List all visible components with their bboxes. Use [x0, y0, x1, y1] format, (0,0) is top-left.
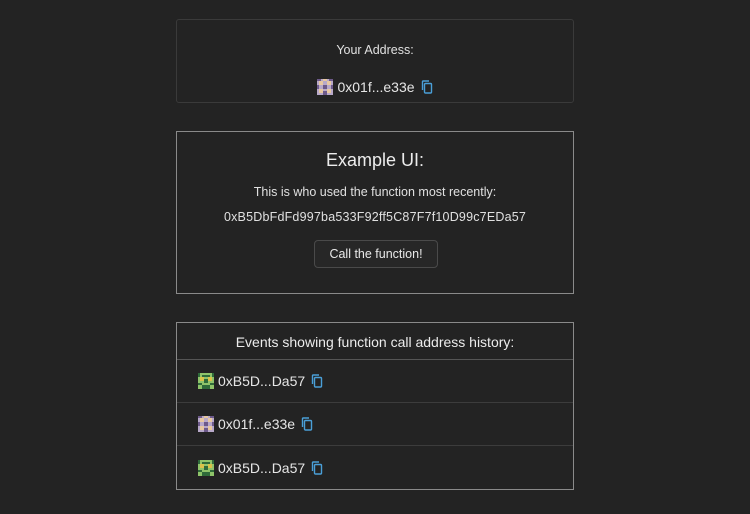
blockie-avatar-icon — [317, 79, 334, 95]
example-ui-card: Example UI: This is who used the functio… — [176, 131, 574, 294]
your-address-card: Your Address: 0x01f...e33e — [176, 19, 574, 103]
copy-icon[interactable] — [311, 374, 323, 388]
events-list: 0xB5D...Da57 0x01f...e33e 0xB5D...Da57 — [177, 359, 573, 489]
your-address-display: 0x01f...e33e — [177, 79, 573, 95]
list-item: 0xB5D...Da57 — [177, 446, 573, 489]
blockie-avatar-icon — [198, 373, 214, 389]
copy-icon[interactable] — [311, 460, 323, 475]
example-ui-title: Example UI: — [325, 150, 425, 170]
events-card: Events showing function call address his… — [176, 322, 574, 490]
event-address-text: 0xB5D...Da57 — [218, 373, 306, 389]
call-function-button[interactable]: Call the function! — [314, 240, 438, 268]
event-address-text: 0x01f...e33e — [218, 416, 296, 432]
events-title: Events showing function call address his… — [235, 334, 515, 350]
copy-icon[interactable] — [301, 417, 313, 431]
event-address-display: 0xB5D...Da57 — [198, 373, 323, 389]
copy-icon[interactable] — [421, 80, 433, 94]
blockie-avatar-icon — [198, 416, 214, 432]
list-item: 0xB5D...Da57 — [177, 360, 573, 403]
your-address-label: Your Address: — [336, 43, 414, 57]
event-address-display: 0x01f...e33e — [198, 416, 313, 432]
event-address-text: 0xB5D...Da57 — [218, 459, 306, 476]
event-address-display: 0xB5D...Da57 — [198, 459, 323, 476]
blockie-avatar-icon — [198, 459, 214, 476]
list-item: 0x01f...e33e — [177, 403, 573, 446]
your-address-text: 0x01f...e33e — [337, 79, 415, 95]
example-ui-description: This is who used the function most recen… — [253, 185, 497, 199]
last-caller-address: 0xB5DbFdFd997ba533F92ff5C87F7f10D99c7EDa… — [223, 210, 527, 224]
